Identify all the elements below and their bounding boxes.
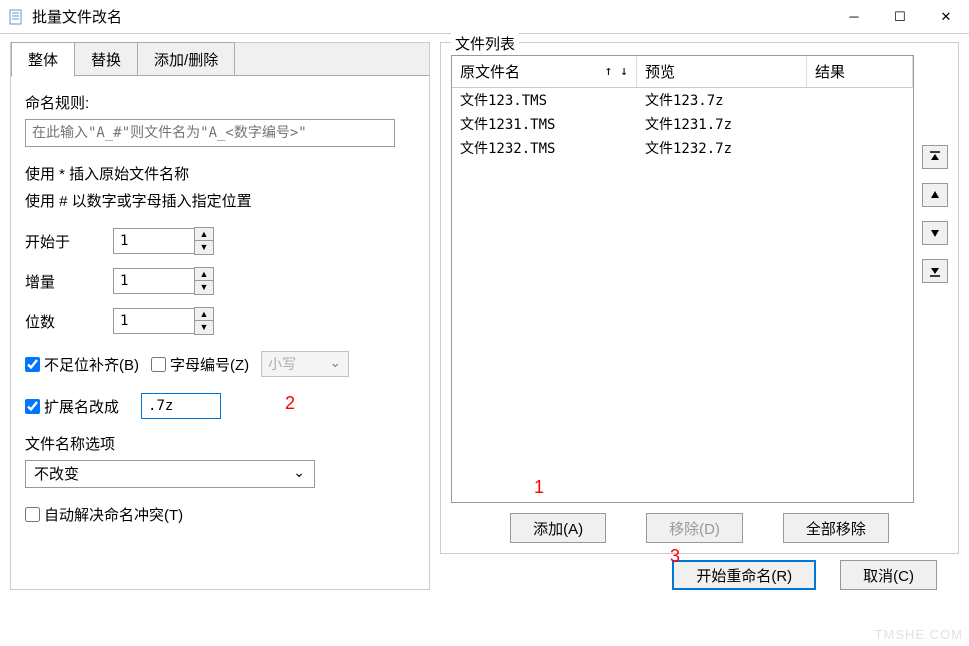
move-down-button[interactable] [922, 221, 948, 245]
autofix-checkbox[interactable]: 自动解决命名冲突(T) [25, 504, 183, 525]
spinner-up-icon[interactable]: ▲ [195, 308, 213, 321]
cell-prev: 文件123.7z [637, 88, 807, 112]
col-preview[interactable]: 预览 [637, 56, 807, 87]
digits-spinner[interactable]: ▲▼ [194, 307, 214, 335]
autofix-label: 自动解决命名冲突(T) [44, 504, 183, 525]
ext-checkbox[interactable]: 扩展名改成 [25, 396, 119, 417]
filelist-legend: 文件列表 [451, 33, 519, 54]
pad-label: 不足位补齐(B) [44, 354, 139, 375]
ext-checkbox-input[interactable] [25, 399, 40, 414]
sort-icons[interactable]: ↑ ↓ [605, 64, 628, 79]
col-result[interactable]: 结果 [807, 56, 913, 87]
remove-all-button[interactable]: 全部移除 [783, 513, 889, 543]
table-row[interactable]: 文件1231.TMS文件1231.7z [452, 112, 913, 136]
start-spinner[interactable]: ▲▼ [194, 227, 214, 255]
tab-add-delete[interactable]: 添加/删除 [137, 42, 235, 77]
add-button[interactable]: 添加(A) [510, 513, 606, 543]
settings-panel: 整体 替换 添加/删除 命名规则: 使用 * 插入原始文件名称 使用 # 以数字… [10, 42, 430, 590]
titlebar: 批量文件改名 ─ ☐ ✕ [0, 0, 969, 34]
digits-label: 位数 [25, 311, 113, 332]
autofix-checkbox-input[interactable] [25, 507, 40, 522]
ext-input[interactable] [141, 393, 221, 419]
rule-label: 命名规则: [25, 92, 415, 113]
cell-orig: 文件1232.TMS [452, 136, 637, 160]
file-table[interactable]: 原文件名 ↑ ↓ 预览 结果 文件123.TMS文件123.7z文件1231.T… [451, 55, 914, 503]
spinner-down-icon[interactable]: ▼ [195, 321, 213, 334]
col-original[interactable]: 原文件名 ↑ ↓ [452, 56, 637, 87]
filename-opt-label: 文件名称选项 [25, 433, 415, 454]
cell-res [807, 112, 913, 136]
cell-res [807, 88, 913, 112]
cell-orig: 文件123.TMS [452, 88, 637, 112]
hint-hash: 使用 # 以数字或字母插入指定位置 [25, 188, 415, 215]
pad-checkbox[interactable]: 不足位补齐(B) [25, 354, 139, 375]
case-select: 小写 [261, 351, 349, 377]
step-input[interactable] [113, 268, 195, 294]
cell-orig: 文件1231.TMS [452, 112, 637, 136]
filelist-panel: 文件列表 原文件名 ↑ ↓ 预览 结果 文件123.TMS文件123.7z文件1… [440, 42, 959, 554]
cancel-button[interactable]: 取消(C) [840, 560, 937, 590]
spinner-down-icon[interactable]: ▼ [195, 241, 213, 254]
cell-res [807, 136, 913, 160]
start-rename-button[interactable]: 开始重命名(R) [672, 560, 816, 590]
minimize-button[interactable]: ─ [831, 1, 877, 33]
hint-star: 使用 * 插入原始文件名称 [25, 161, 415, 188]
tab-replace[interactable]: 替换 [74, 42, 138, 77]
spinner-up-icon[interactable]: ▲ [195, 228, 213, 241]
pad-checkbox-input[interactable] [25, 357, 40, 372]
watermark: TMSHE.COM [875, 627, 963, 642]
tab-whole[interactable]: 整体 [11, 42, 75, 77]
move-up-button[interactable] [922, 183, 948, 207]
window-title: 批量文件改名 [32, 6, 831, 27]
table-row[interactable]: 文件123.TMS文件123.7z [452, 88, 913, 112]
step-spinner[interactable]: ▲▼ [194, 267, 214, 295]
alpha-checkbox-input[interactable] [151, 357, 166, 372]
table-row[interactable]: 文件1232.TMS文件1232.7z [452, 136, 913, 160]
rule-input[interactable] [25, 119, 395, 147]
filename-opt-select[interactable]: 不改变 [25, 460, 315, 488]
start-input[interactable] [113, 228, 195, 254]
spinner-up-icon[interactable]: ▲ [195, 268, 213, 281]
remove-button[interactable]: 移除(D) [646, 513, 743, 543]
start-label: 开始于 [25, 231, 113, 252]
digits-input[interactable] [113, 308, 195, 334]
alpha-label: 字母编号(Z) [170, 354, 249, 375]
annotation-3: 3 [670, 546, 680, 567]
close-button[interactable]: ✕ [923, 1, 969, 33]
move-bottom-button[interactable] [922, 259, 948, 283]
cell-prev: 文件1231.7z [637, 112, 807, 136]
alpha-checkbox[interactable]: 字母编号(Z) [151, 354, 249, 375]
app-icon [8, 9, 24, 25]
step-label: 增量 [25, 271, 113, 292]
maximize-button[interactable]: ☐ [877, 1, 923, 33]
cell-prev: 文件1232.7z [637, 136, 807, 160]
annotation-2: 2 [285, 393, 295, 414]
ext-label: 扩展名改成 [44, 396, 119, 417]
spinner-down-icon[interactable]: ▼ [195, 281, 213, 294]
annotation-1: 1 [534, 477, 544, 498]
move-top-button[interactable] [922, 145, 948, 169]
